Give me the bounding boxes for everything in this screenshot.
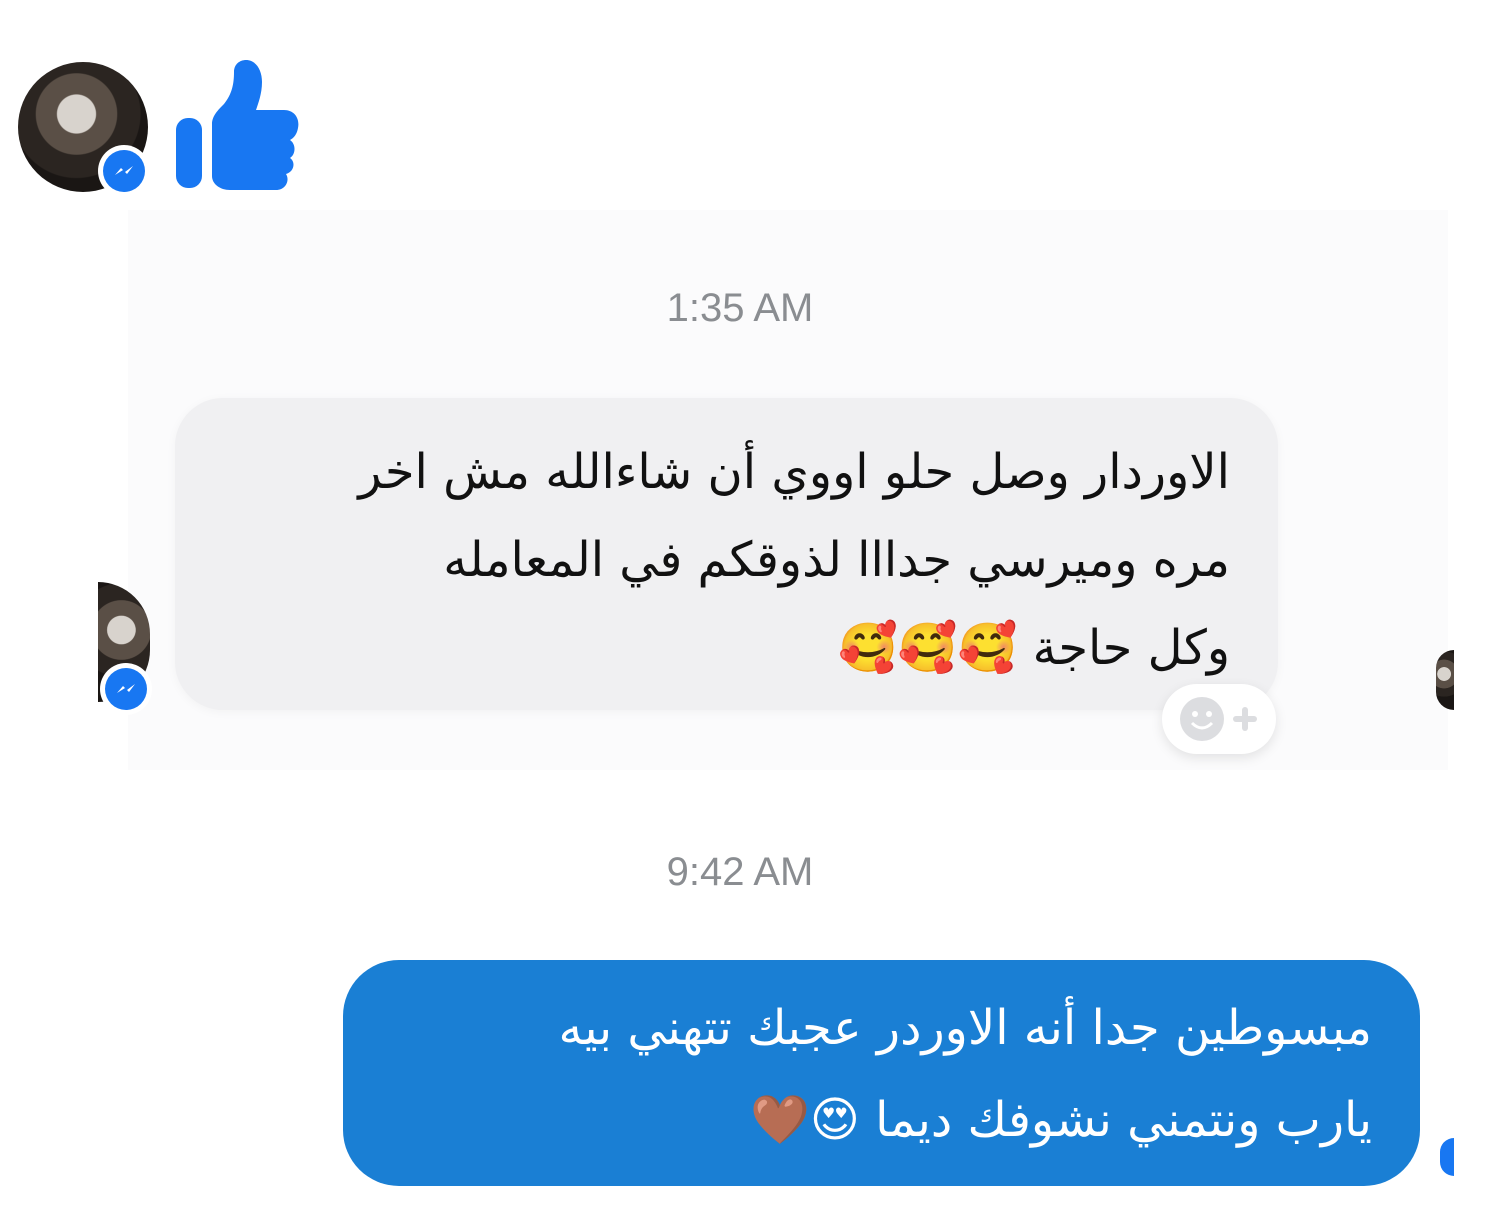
- message-line: مبسوطين جدا أنه الاوردر عجبك تتهني بيه: [558, 1000, 1372, 1056]
- timestamp: 1:35 AM: [666, 286, 814, 330]
- thumbs-up-icon[interactable]: [172, 58, 304, 192]
- message-line: الاوردار وصل حلو اووي أن شاءالله مش اخر: [358, 444, 1230, 500]
- timestamp: 9:42 AM: [666, 850, 814, 894]
- message-line: وكل حاجة 🥰🥰🥰: [838, 620, 1230, 676]
- message-line: يارب ونتمني نشوفك ديما 😍🤎: [750, 1092, 1372, 1148]
- add-reaction-button[interactable]: [1162, 684, 1276, 754]
- delivered-indicator: [1440, 1138, 1454, 1176]
- incoming-message-text: الاوردار وصل حلو اووي أن شاءالله مش اخر …: [200, 428, 1230, 692]
- incoming-message-bubble[interactable]: الاوردار وصل حلو اووي أن شاءالله مش اخر …: [175, 398, 1278, 710]
- message-line: مره وميرسي جدااا لذوقكم في المعامله: [443, 532, 1230, 588]
- messenger-icon: [115, 166, 133, 175]
- read-receipt-avatar: [1436, 650, 1454, 710]
- chat-canvas: 1:35 AM الاوردار وصل حلو اووي أن شاءالله…: [0, 0, 1500, 1225]
- messenger-badge: [100, 663, 152, 715]
- outgoing-message-bubble[interactable]: مبسوطين جدا أنه الاوردر عجبك تتهني بيه ي…: [343, 960, 1420, 1186]
- smiley-icon: [1180, 697, 1224, 741]
- plus-icon: [1233, 707, 1257, 731]
- messenger-icon: [117, 684, 135, 693]
- outgoing-message-text: مبسوطين جدا أنه الاوردر عجبك تتهني بيه ي…: [372, 982, 1372, 1166]
- messenger-badge: [98, 145, 150, 197]
